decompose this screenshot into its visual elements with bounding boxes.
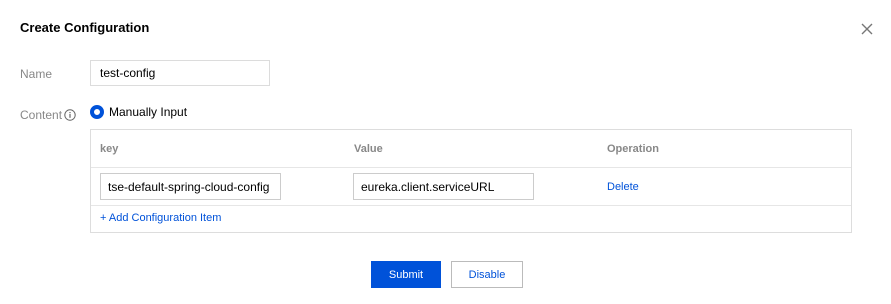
column-header-value: Value <box>354 143 383 155</box>
close-icon[interactable] <box>860 22 876 38</box>
name-input[interactable] <box>90 60 270 86</box>
table-row: Delete <box>91 168 851 206</box>
column-header-key: key <box>100 143 119 155</box>
value-input[interactable] <box>353 173 534 200</box>
table-header: key Value Operation <box>91 130 851 168</box>
column-header-operation: Operation <box>607 143 659 155</box>
config-table: key Value Operation Delete + Add Configu… <box>90 129 852 233</box>
manually-input-radio[interactable]: Manually Input <box>90 105 187 119</box>
delete-link[interactable]: Delete <box>607 181 639 193</box>
add-configuration-item-link[interactable]: + Add Configuration Item <box>100 212 221 224</box>
content-label-group: Content <box>20 108 76 122</box>
content-label: Content <box>20 108 63 122</box>
disable-button[interactable]: Disable <box>451 261 523 288</box>
radio-selected-icon <box>90 105 104 119</box>
info-circle-icon[interactable] <box>64 109 76 121</box>
key-input[interactable] <box>100 173 281 200</box>
dialog-title: Create Configuration <box>20 20 150 35</box>
name-label: Name <box>20 67 53 81</box>
submit-button[interactable]: Submit <box>371 261 441 288</box>
manually-input-label: Manually Input <box>109 105 188 119</box>
